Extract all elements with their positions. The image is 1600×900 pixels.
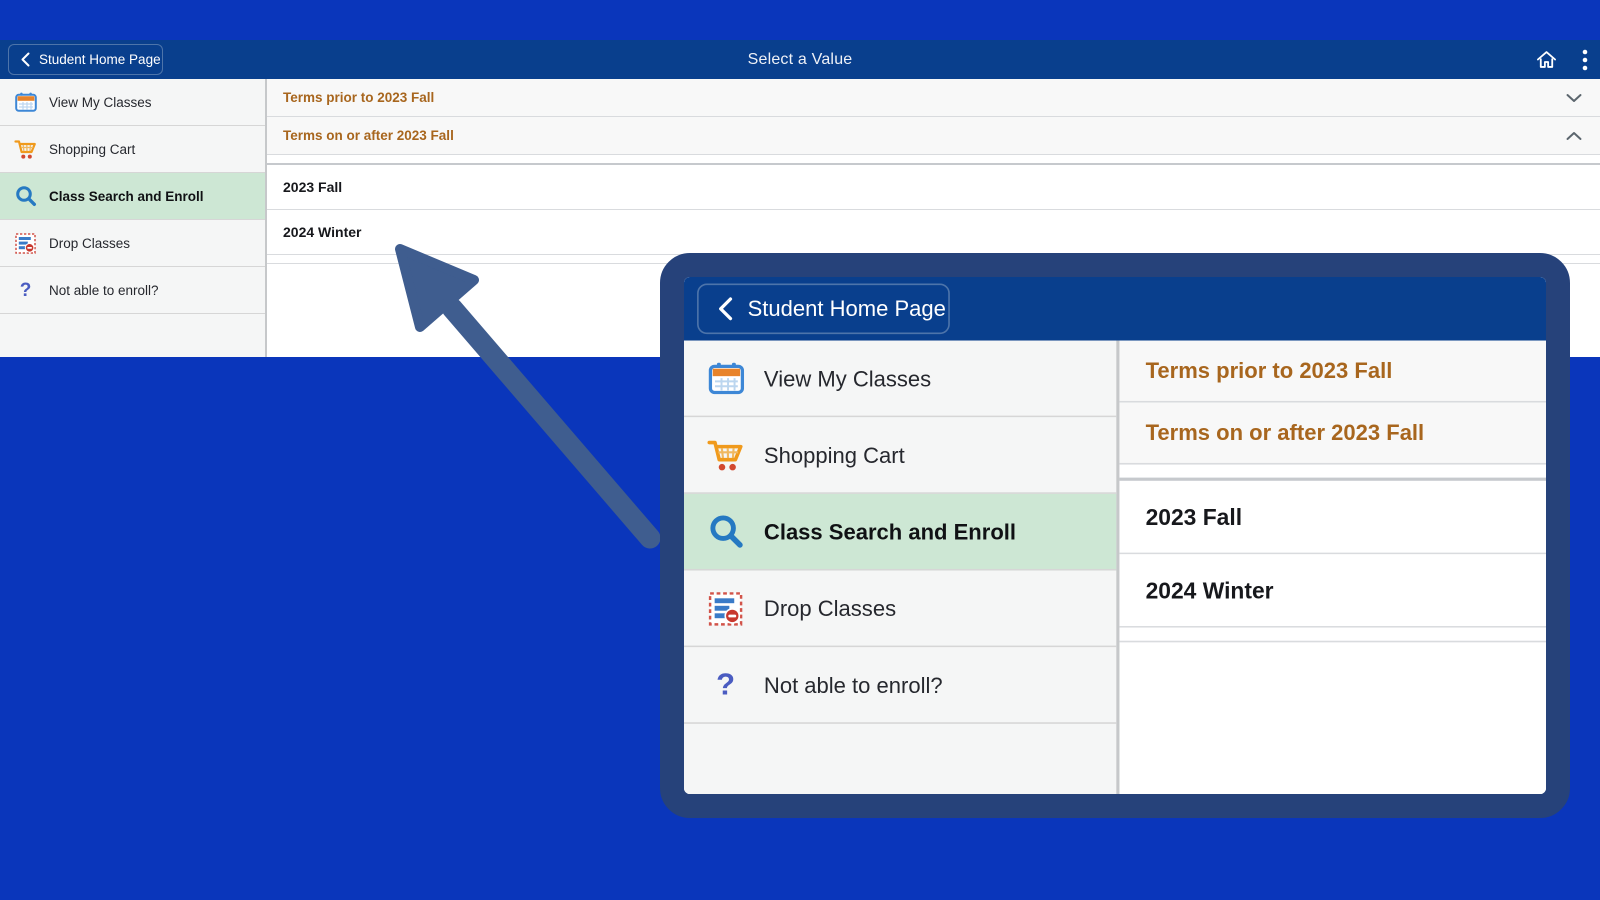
sidebar-item-not-able-to-enroll[interactable]: ? Not able to enroll? [0,267,265,314]
page-title: Select a Value [0,40,1600,79]
term-row-2023-fall[interactable]: 2023 Fall [267,165,1600,210]
term-group-label: Terms on or after 2023 Fall [283,128,454,143]
sidebar-item-shopping-cart[interactable]: Shopping Cart [0,126,265,173]
term-group-label: Terms on or after 2023 Fall [1146,421,1425,445]
sidebar-item-label: Shopping Cart [49,142,135,157]
term-label: 2023 Fall [1146,504,1242,530]
term-group-on-or-after[interactable]: Terms on or after 2023 Fall [267,117,1600,155]
app-header: Student Home Page Select a Value [0,40,1600,80]
sidebar-item-not-able-to-enroll[interactable]: ? Not able to enroll? [684,647,1116,724]
sidebar-item-label: Drop Classes [764,596,896,620]
sidebar-item-label: View My Classes [49,95,152,110]
sidebar-filler [684,724,1116,794]
sidebar-item-view-my-classes[interactable]: View My Classes [684,341,1116,418]
term-label: 2023 Fall [283,179,342,195]
sidebar-item-label: View My Classes [764,366,931,390]
back-button-label: Student Home Page [39,52,161,67]
term-row-2024-winter[interactable]: 2024 Winter [1119,554,1546,627]
header-actions [1535,40,1588,79]
sidebar-filler [0,314,265,357]
sidebar-item-label: Shopping Cart [764,443,905,467]
question-mark-icon: ? [13,281,38,300]
search-icon [705,513,746,549]
calendar-icon [13,92,38,112]
sidebar: View My Classes Sh [684,341,1119,794]
sidebar: View My Classes Sh [0,79,267,357]
app-header: Student Home Page Select a Value [684,277,1546,342]
term-row-2024-winter[interactable]: 2024 Winter [267,210,1600,255]
term-group-label: Terms prior to 2023 Fall [1146,359,1393,383]
sidebar-item-class-search-and-enroll[interactable]: Class Search and Enroll [0,173,265,220]
sidebar-item-label: Class Search and Enroll [764,519,1016,543]
sidebar-item-class-search-and-enroll[interactable]: Class Search and Enroll [684,494,1116,571]
chevron-down-icon[interactable] [1566,93,1582,102]
sidebar-item-drop-classes[interactable]: Drop Classes [0,220,265,267]
sidebar-item-label: Not able to enroll? [49,283,159,298]
drop-classes-icon [705,591,746,625]
sidebar-item-label: Not able to enroll? [764,673,943,697]
term-group-on-or-after[interactable]: Terms on or after 2023 Fall [1119,403,1546,465]
term-group-label: Terms prior to 2023 Fall [283,90,434,105]
shopping-cart-icon [705,438,746,472]
sidebar-item-drop-classes[interactable]: Drop Classes [684,571,1116,648]
chevron-up-icon[interactable] [1566,131,1582,140]
question-mark-icon: ? [705,669,746,700]
term-group-prior[interactable]: Terms prior to 2023 Fall [267,79,1600,117]
magnifier-viewport: Student Home Page Select a Value [684,277,1546,794]
term-group-prior[interactable]: Terms prior to 2023 Fall [1119,341,1546,403]
kebab-menu-icon[interactable] [1582,49,1588,71]
term-list: Terms prior to 2023 Fall Terms on or aft… [1119,341,1546,794]
app-body: View My Classes Sh [684,341,1546,794]
app-screenshot: Student Home Page Select a Value [684,277,1546,794]
sidebar-item-view-my-classes[interactable]: View My Classes [0,79,265,126]
back-button-label: Student Home Page [748,297,946,321]
shopping-cart-icon [13,139,38,160]
term-label: 2024 Winter [283,224,361,240]
home-icon[interactable] [1535,49,1558,70]
term-row-2023-fall[interactable]: 2023 Fall [1119,481,1546,554]
drop-classes-icon [13,233,38,254]
row-spacer [1119,465,1546,481]
sidebar-item-label: Class Search and Enroll [49,189,204,204]
sidebar-item-label: Drop Classes [49,236,130,251]
back-chevron-icon [21,52,30,67]
back-button[interactable]: Student Home Page [8,44,163,75]
back-button[interactable]: Student Home Page [697,284,950,335]
back-chevron-icon [718,297,733,321]
row-spacer [267,155,1600,165]
row-spacer [1119,628,1546,643]
term-label: 2024 Winter [1146,577,1274,603]
search-icon [13,185,38,207]
magnifier-inset: Student Home Page Select a Value [660,253,1570,818]
calendar-icon [705,362,746,395]
sidebar-item-shopping-cart[interactable]: Shopping Cart [684,417,1116,494]
